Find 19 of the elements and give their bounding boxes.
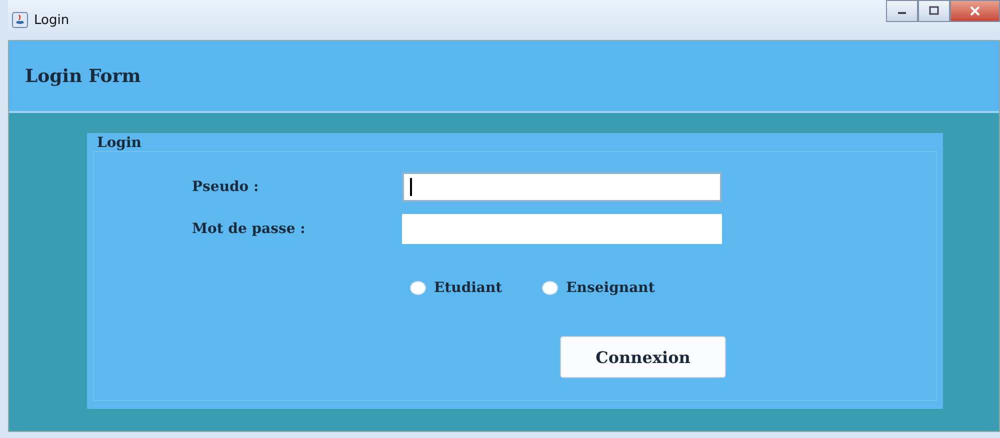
input-field[interactable] bbox=[402, 172, 722, 202]
close-button[interactable] bbox=[950, 0, 1000, 22]
form-title: Login Form bbox=[25, 66, 141, 86]
maximize-icon bbox=[928, 6, 940, 16]
radio-label: Etudiant bbox=[434, 280, 502, 296]
radio-label: Enseignant bbox=[566, 280, 655, 296]
minimize-button[interactable] bbox=[886, 0, 918, 22]
input-field[interactable] bbox=[402, 214, 722, 244]
field-label: Pseudo : bbox=[192, 179, 260, 195]
panel-title: Login bbox=[96, 135, 142, 151]
text-cursor bbox=[410, 178, 412, 196]
connect-button[interactable]: Connexion bbox=[560, 336, 726, 378]
field-label: Mot de passe : bbox=[192, 221, 306, 237]
close-icon bbox=[969, 6, 981, 16]
radio-button[interactable] bbox=[410, 281, 426, 295]
window-title: Login bbox=[34, 12, 70, 28]
radio-button[interactable] bbox=[542, 281, 558, 295]
maximize-button[interactable] bbox=[918, 0, 950, 22]
app-icon bbox=[12, 12, 28, 28]
